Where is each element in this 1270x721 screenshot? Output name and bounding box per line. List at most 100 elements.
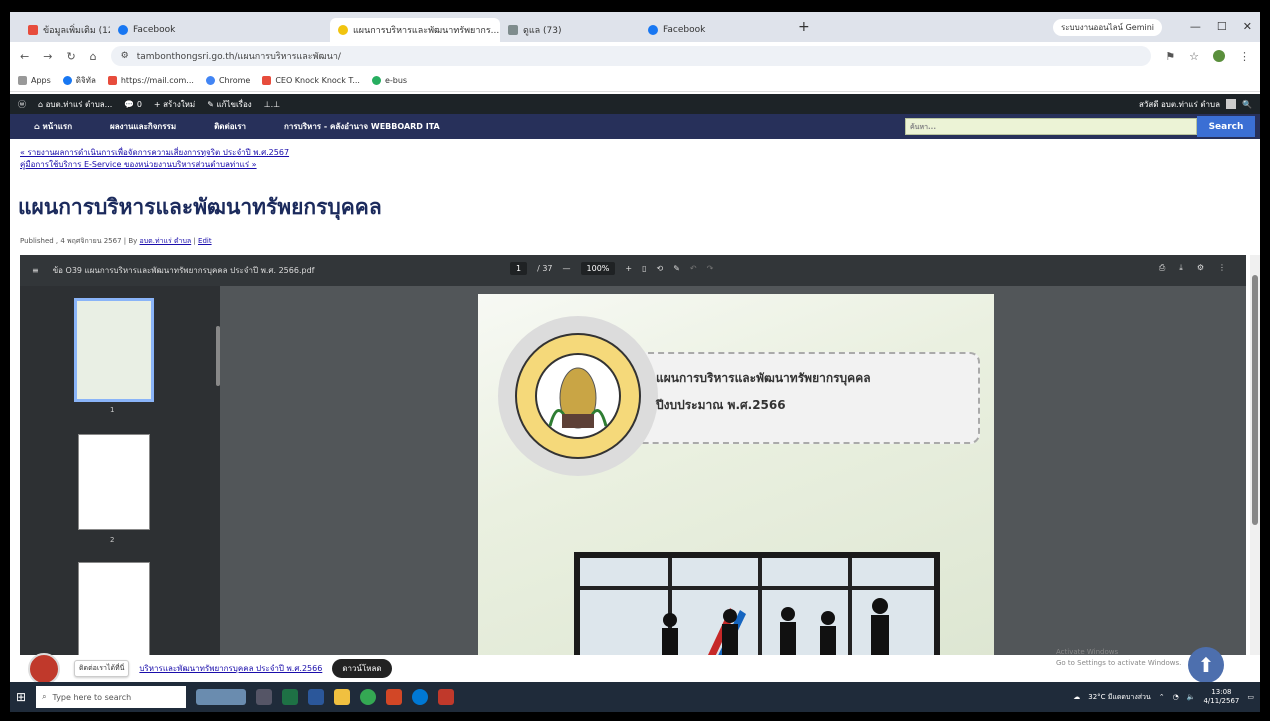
reload-icon[interactable]: ↻ xyxy=(66,50,75,63)
post-navigation: « รายงานผลการดำเนินการเพื่อจัดการความเสี… xyxy=(20,147,289,171)
bookmark-2[interactable]: https://mail.com... xyxy=(107,76,194,85)
edge-icon[interactable] xyxy=(412,689,429,705)
office-silhouette-photo xyxy=(574,552,940,655)
search-icon: ⌕ xyxy=(42,692,47,701)
tab-favicon xyxy=(28,25,38,35)
minimize-icon[interactable]: — xyxy=(1190,20,1201,33)
tab-0[interactable]: ข้อมูลเพิ่มเติม (12) xyxy=(20,18,110,42)
wordpress-icon[interactable]: ⓦ xyxy=(18,99,26,110)
wp-stats-icon[interactable]: ⊥.⊥ xyxy=(264,100,280,109)
back-icon[interactable]: ← xyxy=(20,50,29,63)
annotate-icon[interactable]: ✎ xyxy=(673,264,680,273)
bookmark-label: Apps xyxy=(31,76,51,85)
tab-label: แผนการบริหารและพัฒนาทรัพยากร... xyxy=(353,26,500,36)
download-icon[interactable]: ⤓ xyxy=(1179,263,1183,273)
thumbnail-page-3[interactable] xyxy=(78,562,150,655)
explorer-icon[interactable] xyxy=(334,689,351,705)
weather-label[interactable]: 32°C มีแดดบางส่วน xyxy=(1088,692,1151,703)
author-link[interactable]: อบต.ท่าแร่ ตำบล xyxy=(140,237,192,245)
settings-icon[interactable]: ⚙ xyxy=(1197,263,1204,273)
tab-1[interactable]: Facebook xyxy=(110,18,230,42)
profile-chip[interactable]: ระบบงานออนไลน์ Gemini xyxy=(1052,19,1162,36)
thumbnail-number: 1 xyxy=(110,406,115,414)
wifi-icon[interactable]: ◔ xyxy=(1173,693,1179,701)
more-icon[interactable]: ⋮ xyxy=(1218,263,1226,273)
site-search-button[interactable]: Search xyxy=(1197,116,1255,137)
extension-icon[interactable]: ⚑ xyxy=(1165,50,1175,63)
tab-4[interactable]: Facebook xyxy=(640,18,790,42)
page-scrollbar-thumb[interactable] xyxy=(1252,275,1258,525)
print-icon[interactable]: ⎙ xyxy=(1159,263,1165,273)
powerpoint-icon[interactable] xyxy=(386,689,403,705)
bookmark-0[interactable]: Apps xyxy=(18,76,51,85)
bookmark-1[interactable]: ดิจิทัล xyxy=(62,74,96,87)
clock[interactable]: 13:08 4/11/2567 xyxy=(1203,688,1239,706)
close-window-icon[interactable]: ✕ xyxy=(1243,20,1252,33)
bookmark-5[interactable]: e-bus xyxy=(371,76,407,85)
bookmark-4[interactable]: CEO Knock Knock T... xyxy=(262,76,360,85)
search-icon[interactable]: 🔍 xyxy=(1242,100,1252,109)
forward-icon[interactable]: → xyxy=(43,50,52,63)
zoom-input[interactable]: 100% xyxy=(580,262,616,275)
taskbar-search[interactable]: ⌕ Type here to search xyxy=(36,686,187,708)
facebook-icon xyxy=(62,76,72,85)
edit-link[interactable]: Edit xyxy=(198,237,212,245)
fit-page-icon[interactable]: ▯ xyxy=(642,264,646,273)
pdf-toolbar: ≡ ข้อ O39 แผนการบริหารและพัฒนาทรัพยากรบุ… xyxy=(20,255,1246,286)
undo-icon[interactable]: ↶ xyxy=(690,264,697,273)
notification-icon[interactable]: ▭ xyxy=(1247,693,1254,701)
wp-site-link[interactable]: ⌂ อบต.ท่าแร่ ตำบล... xyxy=(38,98,112,111)
next-post-link[interactable]: คู่มือการใช้บริการ E-Service ของหน่วยงาน… xyxy=(20,160,257,169)
nav-item-contact[interactable]: ติดต่อเรา xyxy=(214,120,246,133)
user-avatar xyxy=(1226,99,1237,109)
photos-icon[interactable] xyxy=(438,689,455,705)
thumbnail-page-1[interactable] xyxy=(74,298,154,402)
home-icon[interactable]: ⌂ xyxy=(90,50,97,63)
rotate-icon[interactable]: ⟲ xyxy=(657,264,664,273)
wp-edit-label: แก้ไขเรื่อง xyxy=(216,99,252,109)
page-scrollbar[interactable] xyxy=(1250,255,1260,655)
excel-icon[interactable] xyxy=(282,689,299,705)
contact-chip[interactable]: ติดต่อเราได้ที่นี่ xyxy=(74,660,130,677)
site-info-icon[interactable]: ⚙ xyxy=(121,51,129,61)
zoom-out-icon[interactable]: — xyxy=(563,264,571,273)
windows-start-icon[interactable]: ⊞ xyxy=(16,690,26,704)
wp-user-area[interactable]: สวัสดี อบต.ท่าแร่ ตำบล 🔍 xyxy=(1139,98,1252,111)
tab-3[interactable]: ดูแล (73) xyxy=(500,18,640,42)
wp-comments-link[interactable]: 💬 0 xyxy=(124,100,142,109)
menu-icon[interactable]: ⋮ xyxy=(1239,50,1250,63)
sidebar-toggle-icon[interactable]: ≡ xyxy=(32,266,39,275)
thumbnail-page-2[interactable] xyxy=(78,434,150,530)
tab-2[interactable]: แผนการบริหารและพัฒนาทรัพยากร... ✕ xyxy=(330,18,500,42)
maximize-icon[interactable]: ☐ xyxy=(1217,20,1227,33)
chrome-icon xyxy=(205,76,215,85)
page-title: แผนการบริหารและพัฒนาทรัพยกรบุคคล xyxy=(18,195,382,219)
prev-post-link[interactable]: « รายงานผลการดำเนินการเพื่อจัดการความเสี… xyxy=(20,148,289,157)
task-view-icon[interactable] xyxy=(256,689,273,705)
nav-item-admin[interactable]: การบริหาร - คลังอำนาจ WEBBOARD ITA xyxy=(284,120,440,133)
word-icon[interactable] xyxy=(308,689,325,705)
chrome-icon[interactable] xyxy=(360,689,377,705)
pdf-caption-link[interactable]: บริหารและพัฒนาทรัพยากรบุคคล ประจำปี พ.ศ.… xyxy=(139,662,322,675)
bookmark-star-icon[interactable]: ☆ xyxy=(1189,50,1199,63)
zoom-in-icon[interactable]: + xyxy=(625,264,632,273)
site-search-input[interactable]: ค้นหา... xyxy=(905,118,1197,135)
nav-item-home[interactable]: ⌂ หน้าแรก xyxy=(34,120,72,133)
redo-icon[interactable]: ↷ xyxy=(707,264,714,273)
download-button[interactable]: ดาวน์โหลด xyxy=(332,659,392,678)
url-input[interactable]: ⚙ tambonthongsri.go.th/แผนการบริหารและพั… xyxy=(110,46,1152,66)
tray-chevron-icon[interactable]: ⌃ xyxy=(1159,693,1165,701)
taskbar-search-placeholder: Type here to search xyxy=(52,692,132,702)
nav-item-works[interactable]: ผลงานและกิจกรรม xyxy=(110,120,176,133)
page-number-input[interactable]: 1 xyxy=(510,262,528,275)
wp-edit-link[interactable]: ✎ แก้ไขเรื่อง xyxy=(207,98,251,111)
new-tab-button[interactable]: + xyxy=(798,19,810,35)
profile-icon[interactable] xyxy=(1213,50,1225,62)
scroll-to-top-button[interactable]: ⬆ xyxy=(1188,647,1224,683)
pdf-page-area: แผนการบริหารและพัฒนาทรัพยากรบุคคล ปีงบปร… xyxy=(220,286,1230,655)
volume-icon[interactable]: 🔈 xyxy=(1187,693,1196,701)
thumbnail-panel: 1 2 xyxy=(20,286,220,655)
bookmark-3[interactable]: Chrome xyxy=(205,76,250,85)
wp-new-link[interactable]: + สร้างใหม่ xyxy=(154,98,195,111)
news-widget-icon[interactable] xyxy=(196,689,247,705)
